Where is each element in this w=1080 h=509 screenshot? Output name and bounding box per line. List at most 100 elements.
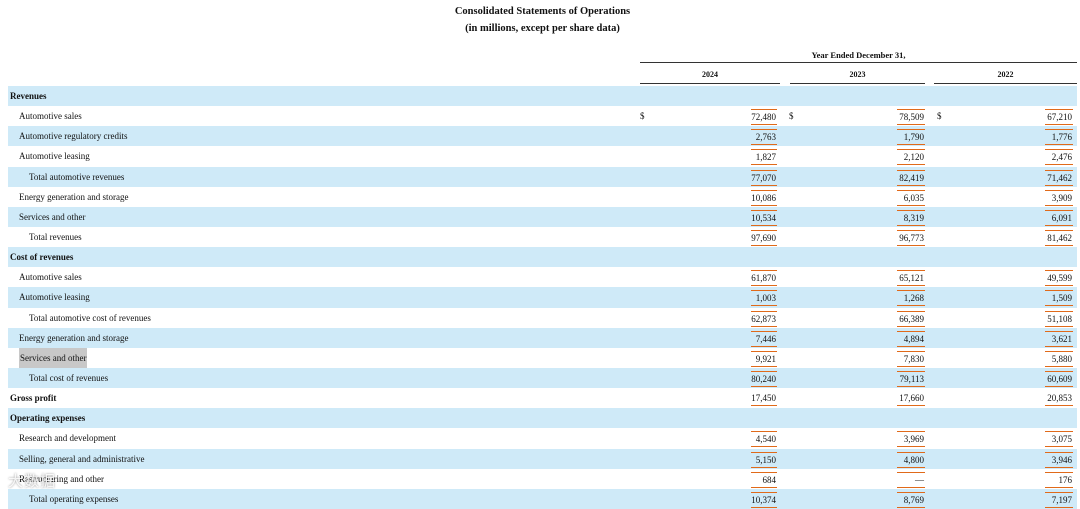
value-cell-2023: 7,830 (897, 350, 925, 367)
value-cell-2024: 97,690 (751, 229, 777, 246)
table-row: Automotive sales $ $ $72,480 78,509 67,210 (8, 106, 1077, 126)
row-label: Automotive sales (19, 272, 82, 283)
value-cell-2023: 17,660 (897, 391, 925, 407)
row-label: Automotive leasing (19, 292, 90, 303)
value-cell-2023: 1,790 (897, 129, 925, 146)
value-cell-2023: 8,769 (897, 491, 925, 508)
table-row: Selling, general and administrative 5,150… (8, 448, 1077, 469)
row-label: Selling, general and administrative (19, 453, 145, 464)
value-cell-2024: 684 (751, 471, 777, 488)
value-cell-2023: 4,800 (897, 451, 925, 468)
column-header-underline (934, 83, 1077, 84)
value-cell-2022: 67,210 (1045, 109, 1073, 126)
value-cell-2023: 82,419 (897, 169, 925, 186)
column-header-underline (790, 83, 925, 84)
column-header-2024: 2024 (702, 70, 718, 79)
value-cell-2022: 2,476 (1045, 149, 1073, 166)
table-row: Energy generation and storage 10,086 6,035… (8, 187, 1077, 207)
table-row: Gross profit 17,450 17,660 20,853 (8, 388, 1077, 408)
statement-title: Consolidated Statements of Operations (454, 6, 631, 17)
value-cell-2024: 80,240 (751, 370, 777, 387)
value-cell-2023: 66,389 (897, 310, 925, 327)
row-label: Total operating expenses (29, 493, 119, 504)
column-header-2022: 2022 (997, 70, 1014, 79)
row-label: Total automotive revenues (29, 171, 125, 182)
value-cell-2023: — (897, 471, 925, 488)
table-row: Automotive sales 61,870 65,121 49,599 (8, 267, 1077, 287)
value-cell-2024: 1,003 (751, 290, 777, 307)
value-cell-2022: 176 (1045, 471, 1073, 488)
table-row: Cost of revenues (8, 247, 1077, 268)
row-label: Energy generation and storage (19, 191, 129, 202)
table-row: Total automotive cost of revenues 62,873 6… (8, 308, 1077, 328)
statement-subtitle: (in millions, except per share data) (465, 23, 620, 34)
value-cell-2022: 49,599 (1045, 270, 1073, 287)
value-cell-2024: 62,873 (751, 310, 777, 327)
value-cell-2024: 7,446 (751, 330, 777, 347)
value-cell-2024: 10,086 (751, 189, 777, 206)
table-row: Automotive leasing 1,827 2,120 2,476 (8, 146, 1077, 166)
watermark: 大数据 (8, 472, 57, 490)
column-header-underline (640, 83, 780, 84)
value-cell-2022: 3,621 (1045, 330, 1073, 347)
table-row: Revenues (8, 86, 1077, 107)
value-cell-2022: 1,776 (1045, 129, 1073, 146)
value-cell-2024: 77,070 (751, 169, 777, 186)
value-cell-2024: 10,534 (751, 209, 777, 226)
row-label: Total cost of revenues (29, 372, 109, 383)
value-cell-2024: 4,540 (751, 431, 777, 448)
row-label: Revenues (10, 91, 47, 101)
value-cell-2023: 1,268 (897, 290, 925, 307)
row-label: Gross profit (10, 393, 57, 404)
value-cell-2024: 10,374 (751, 491, 777, 508)
row-label: Automotive regulatory credits (19, 131, 128, 142)
row-label: Research and development (19, 433, 116, 444)
table-row: Services and other 10,534 8,319 6,091 (8, 206, 1077, 227)
currency-symbol: $ (937, 111, 942, 122)
table-row: Total operating expenses 10,374 8,769 7,197 (8, 488, 1077, 509)
table-row: Total cost of revenues 80,240 79,113 60,609 (8, 367, 1077, 389)
value-cell-2023: 2,120 (897, 149, 925, 166)
table-row: Total revenues 97,690 96,773 81,462 (8, 227, 1077, 247)
value-cell-2022: 20,853 (1045, 391, 1073, 407)
value-cell-2023: 65,121 (897, 270, 925, 287)
table-row: Automotive regulatory credits 2,763 1,790 1… (8, 126, 1077, 147)
value-cell-2022: 6,091 (1045, 209, 1073, 226)
value-cell-2022: 3,909 (1045, 189, 1073, 206)
table-row: Energy generation and storage 7,446 4,894 3… (8, 327, 1077, 348)
value-cell-2022: 60,609 (1045, 370, 1073, 387)
value-cell-2022: 3,946 (1045, 451, 1073, 468)
row-label: Services and other (19, 211, 86, 222)
value-cell-2022: 71,462 (1045, 169, 1073, 186)
row-label: Energy generation and storage (19, 332, 129, 343)
value-cell-2022: 5,880 (1045, 350, 1073, 367)
value-cell-2024: 72,480 (751, 109, 777, 126)
table-row: Operating expenses (8, 408, 1077, 429)
row-label: Automotive leasing (19, 151, 90, 162)
currency-symbol: $ (640, 111, 645, 122)
value-cell-2022: 81,462 (1045, 229, 1073, 246)
value-cell-2024: 61,870 (751, 270, 777, 287)
value-cell-2024: 2,763 (751, 129, 777, 146)
table-row: Research and development 4,540 3,969 3,075 (8, 428, 1077, 448)
row-label: Cost of revenues (10, 252, 74, 263)
value-cell-2023: 78,509 (897, 109, 925, 126)
value-cell-2023: 8,319 (897, 209, 925, 226)
value-cell-2024: 9,921 (751, 350, 777, 367)
row-label: Operating expenses (10, 413, 86, 424)
value-cell-2024: 1,827 (751, 149, 777, 166)
row-label: Services and other (19, 347, 88, 368)
value-cell-2022: 1,509 (1045, 290, 1073, 307)
value-cell-2022: 3,075 (1045, 431, 1073, 448)
currency-symbol: $ (789, 111, 794, 122)
value-cell-2023: 4,894 (897, 330, 925, 347)
value-cell-2023: 79,113 (897, 370, 925, 387)
row-label: Total automotive cost of revenues (29, 312, 151, 323)
value-cell-2022: 51,108 (1045, 310, 1073, 327)
table-row: Restructuring and other 684—176 (8, 469, 1077, 489)
table-row: Automotive leasing 1,003 1,268 1,509 (8, 287, 1077, 308)
value-cell-2024: 17,450 (751, 391, 777, 407)
table-row: Services and other 9,921 7,830 5,880 (8, 347, 1077, 368)
table-row: Total automotive revenues 77,070 82,419 71,… (8, 166, 1077, 187)
value-cell-2023: 6,035 (897, 189, 925, 206)
